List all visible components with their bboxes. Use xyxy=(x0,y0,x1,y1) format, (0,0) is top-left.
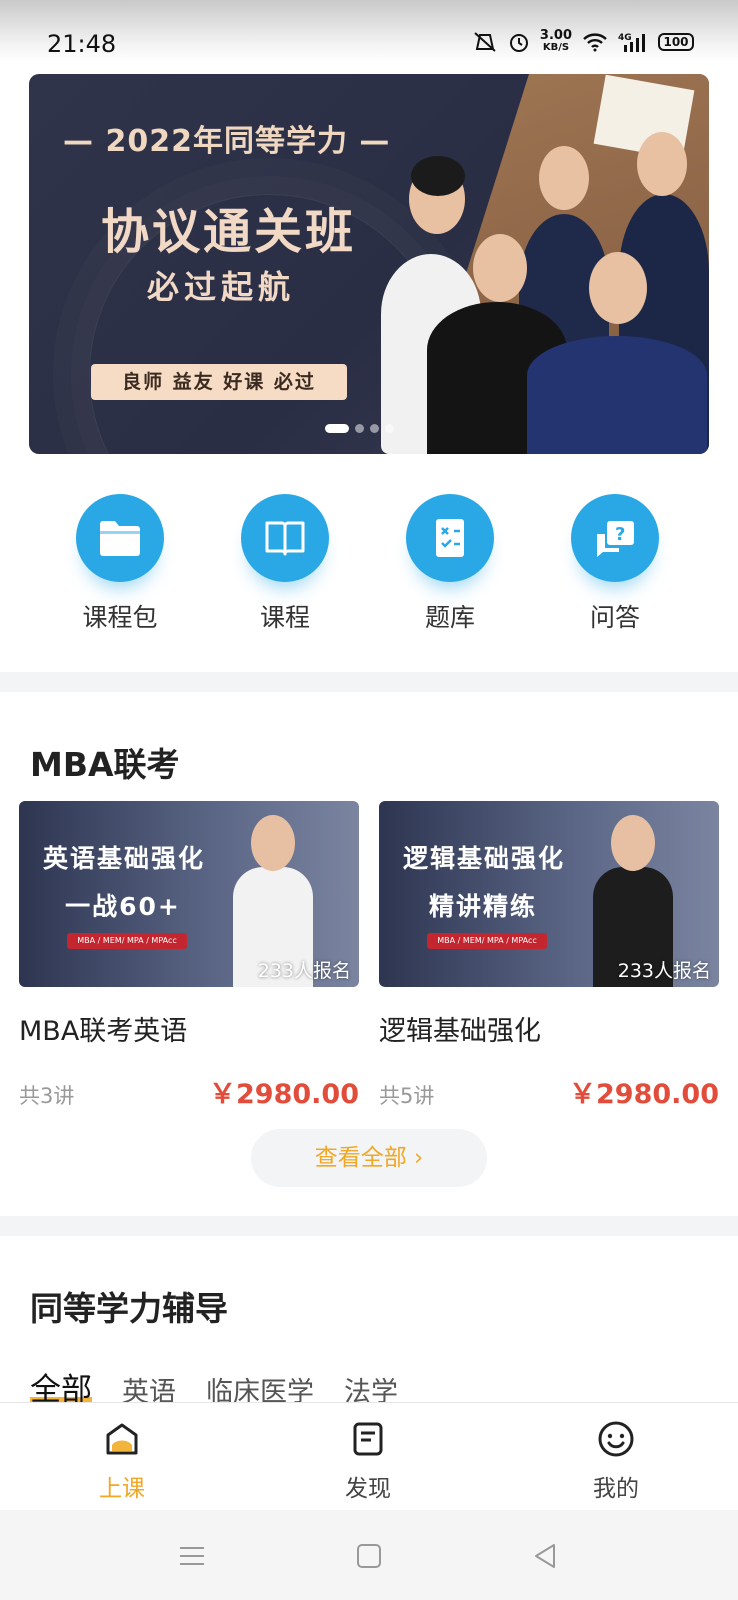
banner-subtitle: 必过起航 xyxy=(147,268,296,306)
banner-dot[interactable] xyxy=(370,424,379,433)
quick-action-course[interactable]: 课程 xyxy=(215,494,355,634)
section-divider xyxy=(0,1216,738,1236)
section-title-equivalent: 同等学力辅导 xyxy=(30,1289,228,1328)
quick-action-label: 课程 xyxy=(259,603,310,632)
home-square-icon[interactable] xyxy=(349,1536,389,1576)
alarm-icon xyxy=(509,34,528,52)
nav-label: 发现 xyxy=(345,1476,391,1502)
system-navigation-bar xyxy=(0,1510,738,1600)
folder-icon xyxy=(76,494,164,582)
back-triangle-icon[interactable] xyxy=(525,1536,565,1576)
class-home-icon xyxy=(106,1423,138,1455)
quick-action-label: 课程包 xyxy=(82,603,158,632)
thumbnail-tag: MBA / MEM/ MPA / MPAcc xyxy=(427,933,547,949)
course-price: ￥2980.00 xyxy=(569,1079,719,1110)
course-meta: 共5讲 ￥2980.00 xyxy=(379,1072,719,1111)
course-name: MBA联考英语 xyxy=(19,1016,188,1047)
svg-text:?: ? xyxy=(615,524,625,545)
thumbnail-subtitle: 一战60+ xyxy=(65,892,181,921)
quick-action-label: 题库 xyxy=(424,603,475,632)
course-price: ￥2980.00 xyxy=(209,1079,359,1110)
section-divider xyxy=(0,672,738,692)
course-meta: 共3讲 ￥2980.00 xyxy=(19,1072,359,1111)
menu-icon[interactable] xyxy=(172,1536,212,1576)
mute-vibrate-icon xyxy=(474,32,496,52)
svg-text:4G: 4G xyxy=(618,33,632,43)
course-name: 逻辑基础强化 xyxy=(379,1016,541,1047)
quick-action-qa[interactable]: ? 问答 xyxy=(545,494,685,634)
teacher-head xyxy=(251,815,295,871)
nav-item-discover[interactable]: 发现 xyxy=(308,1419,428,1503)
status-time: 21:48 xyxy=(47,30,117,58)
quick-action-label: 问答 xyxy=(589,603,640,632)
nav-label: 我的 xyxy=(593,1476,639,1502)
course-thumbnail: 逻辑基础强化 精讲精练 MBA / MEM/ MPA / MPAcc 233人报名 xyxy=(379,801,719,987)
status-icons: 3.00 KB/S 4G 100 xyxy=(472,28,694,54)
quick-action-question-bank[interactable]: 题库 xyxy=(380,494,520,634)
course-thumbnail: 英语基础强化 一战60+ MBA / MEM/ MPA / MPAcc 233人报名 xyxy=(19,801,359,987)
book-icon xyxy=(241,494,329,582)
banner-pagination[interactable] xyxy=(325,424,394,433)
nav-item-class[interactable]: 上课 xyxy=(62,1419,182,1503)
banner-dot[interactable] xyxy=(385,424,394,433)
banner-dot[interactable] xyxy=(325,424,349,433)
network-speed: 3.00 KB/S xyxy=(539,28,572,53)
banner-year: — 2022年同等学力 — xyxy=(63,124,391,159)
course-card[interactable]: 逻辑基础强化 精讲精练 MBA / MEM/ MPA / MPAcc 233人报名 逻辑… xyxy=(379,801,719,1111)
question-bank-icon xyxy=(406,494,494,582)
thumbnail-tag: MBA / MEM/ MPA / MPAcc xyxy=(67,933,187,949)
wifi-icon xyxy=(583,33,607,52)
banner-dot[interactable] xyxy=(355,424,364,433)
status-bar: 21:48 3.00 KB/S 4G 100 xyxy=(0,0,738,62)
battery-icon: 100 xyxy=(658,33,694,51)
course-card[interactable]: 英语基础强化 一战60+ MBA / MEM/ MPA / MPAcc 233人报名 M… xyxy=(19,801,359,1111)
view-all-button[interactable]: 查看全部 › xyxy=(251,1129,487,1187)
enrolled-count: 233人报名 xyxy=(257,960,351,982)
nav-label: 上课 xyxy=(99,1476,145,1502)
promo-banner[interactable]: — 2022年同等学力 — 协议通关班 必过起航 良师 益友 好课 必过 xyxy=(29,74,709,454)
bottom-nav: 上课 发现 我的 xyxy=(0,1402,738,1510)
banner-slogan: 良师 益友 好课 必过 xyxy=(91,364,347,400)
smile-profile-icon xyxy=(598,1421,634,1457)
quick-action-course-package[interactable]: 课程包 xyxy=(50,494,190,634)
thumbnail-title: 逻辑基础强化 xyxy=(403,844,566,873)
thumbnail-title: 英语基础强化 xyxy=(43,844,206,873)
section-title-mba: MBA联考 xyxy=(30,745,180,784)
signal-4g-icon: 4G xyxy=(618,33,645,52)
lesson-count: 共3讲 xyxy=(19,1084,75,1108)
qa-icon: ? xyxy=(571,494,659,582)
banner-title: 协议通关班 xyxy=(101,204,357,260)
nav-item-mine[interactable]: 我的 xyxy=(556,1419,676,1503)
thumbnail-subtitle: 精讲精练 xyxy=(428,892,537,921)
enrolled-count: 233人报名 xyxy=(617,960,711,982)
teacher-head xyxy=(611,815,655,871)
discover-icon xyxy=(353,1422,383,1456)
lesson-count: 共5讲 xyxy=(379,1084,435,1108)
